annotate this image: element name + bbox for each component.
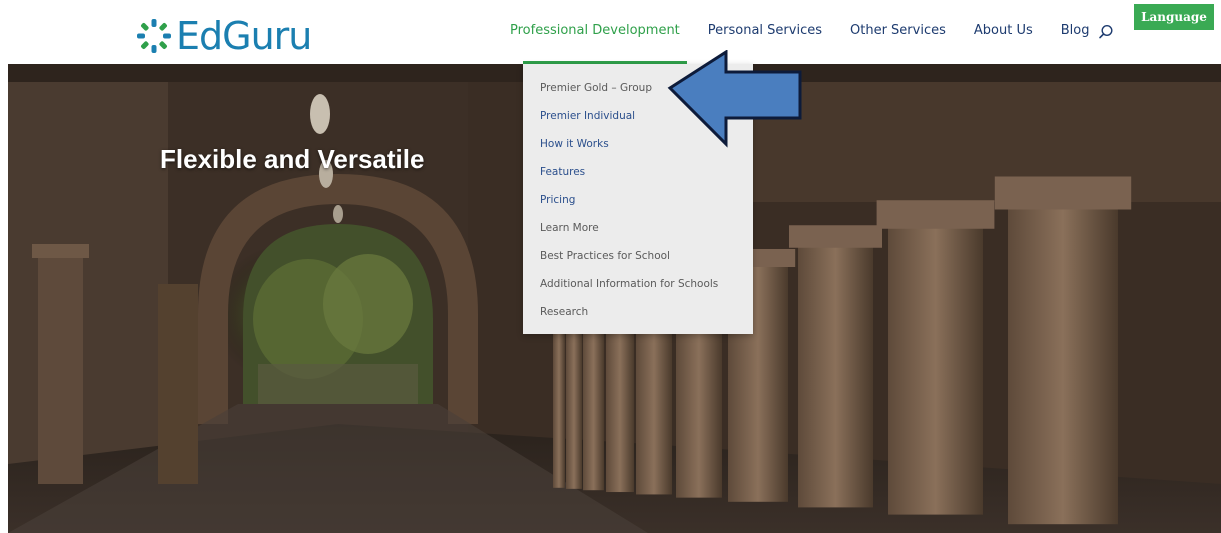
nav-other-services[interactable]: Other Services	[850, 23, 946, 42]
nav-professional-development[interactable]: Professional Development	[510, 23, 680, 42]
site-header: EdGuru Professional Development Personal…	[0, 0, 1221, 64]
logo-text: EdGuru	[176, 14, 312, 58]
hero-title: Flexible and Versatile	[160, 144, 425, 174]
page: EdGuru Professional Development Personal…	[0, 0, 1221, 533]
dropdown-item-additional-information[interactable]: Additional Information for Schools	[523, 270, 753, 298]
nav-personal-services[interactable]: Personal Services	[708, 23, 822, 42]
search-icon[interactable]	[1097, 23, 1115, 41]
language-button[interactable]: Language	[1134, 4, 1214, 30]
dropdown-item-research[interactable]: Research	[523, 298, 753, 326]
left-arrow-icon	[667, 50, 802, 148]
site-logo[interactable]: EdGuru	[134, 14, 312, 58]
dropdown-item-best-practices[interactable]: Best Practices for School	[523, 242, 753, 270]
nav-about-us[interactable]: About Us	[974, 23, 1033, 42]
logo-star-icon	[137, 19, 171, 53]
main-nav: Professional Development Personal Servic…	[510, 0, 1117, 64]
dropdown-item-features[interactable]: Features	[523, 158, 753, 186]
nav-blog[interactable]: Blog	[1061, 23, 1090, 42]
dropdown-item-pricing[interactable]: Pricing	[523, 186, 753, 214]
dropdown-item-learn-more[interactable]: Learn More	[523, 214, 753, 242]
